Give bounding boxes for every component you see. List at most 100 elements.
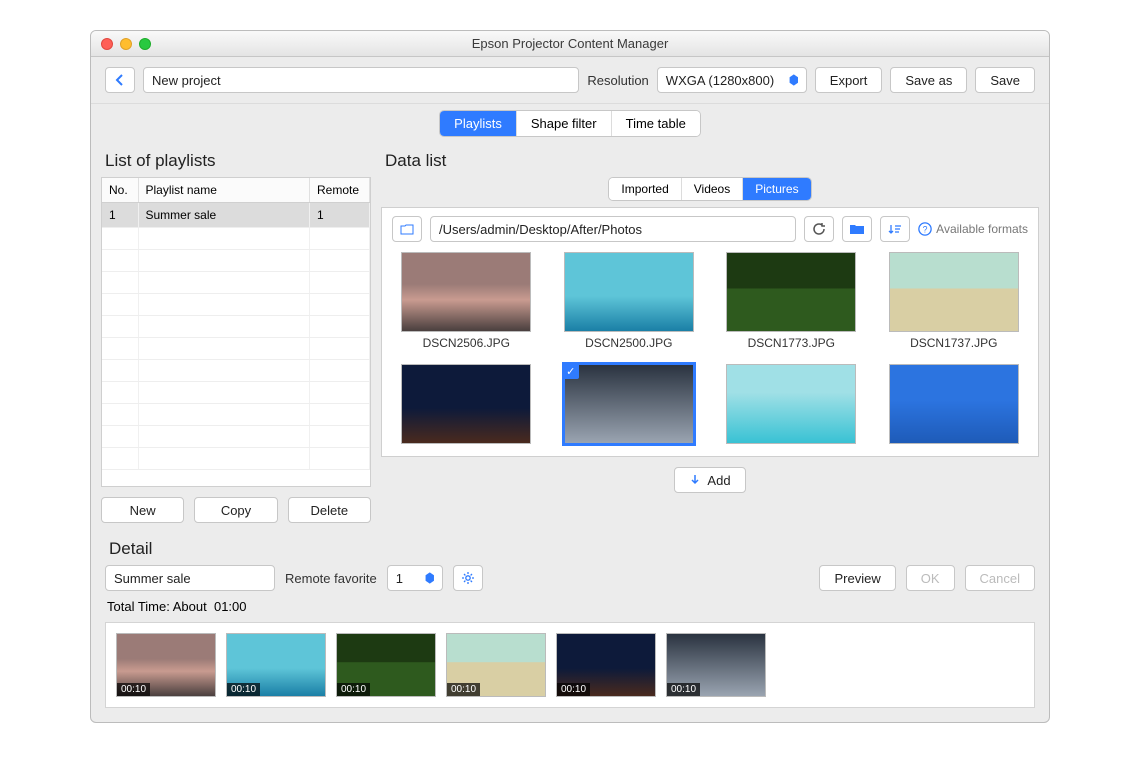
timeline-item[interactable]: 00:10 xyxy=(226,633,326,697)
save-button[interactable]: Save xyxy=(975,67,1035,93)
project-name-input[interactable] xyxy=(143,67,579,93)
thumbnail[interactable]: DSCN2506.JPG xyxy=(392,252,541,350)
tab-videos[interactable]: Videos xyxy=(682,178,743,200)
path-input[interactable] xyxy=(430,216,796,242)
playlists-table: No. Playlist name Remote 1Summer sale1 xyxy=(101,177,371,487)
timeline-item[interactable]: 00:10 xyxy=(666,633,766,697)
thumbnail-image xyxy=(401,364,531,444)
data-list-tabs-row: Imported Videos Pictures xyxy=(381,177,1039,201)
table-row[interactable]: 1Summer sale1 xyxy=(102,203,370,228)
close-icon[interactable] xyxy=(101,38,113,50)
add-button[interactable]: Add xyxy=(674,467,745,493)
table-row[interactable] xyxy=(102,426,370,448)
cell-no: 1 xyxy=(102,203,138,228)
thumbnail[interactable] xyxy=(717,364,866,444)
table-row[interactable] xyxy=(102,272,370,294)
thumbnail-image xyxy=(889,364,1019,444)
total-time: Total Time: About 01:00 xyxy=(107,599,1035,614)
thumbnail[interactable]: DSCN1773.JPG xyxy=(717,252,866,350)
table-row[interactable] xyxy=(102,294,370,316)
tab-pictures[interactable]: Pictures xyxy=(743,178,810,200)
remote-favorite-value: 1 xyxy=(396,571,403,586)
browse-button[interactable] xyxy=(842,216,872,242)
toolbar: Resolution WXGA (1280x800) Export Save a… xyxy=(91,57,1049,104)
thumbnail-name: DSCN1737.JPG xyxy=(910,336,997,350)
timeline-item[interactable]: 00:10 xyxy=(556,633,656,697)
timeline: 00:10 00:10 00:10 00:10 00:10 00:10 xyxy=(105,622,1035,708)
up-folder-button[interactable] xyxy=(392,216,422,242)
thumbnail[interactable]: DSCN2500.JPG xyxy=(555,252,704,350)
tab-playlists[interactable]: Playlists xyxy=(440,111,517,136)
table-row[interactable] xyxy=(102,360,370,382)
col-no: No. xyxy=(102,178,138,203)
save-as-button[interactable]: Save as xyxy=(890,67,967,93)
col-name: Playlist name xyxy=(138,178,310,203)
tab-shape-filter[interactable]: Shape filter xyxy=(517,111,612,136)
ok-button[interactable]: OK xyxy=(906,565,955,591)
timeline-item[interactable]: 00:10 xyxy=(116,633,216,697)
preview-button[interactable]: Preview xyxy=(819,565,895,591)
traffic-lights xyxy=(91,38,151,50)
duration-label: 00:10 xyxy=(117,683,150,696)
col-remote: Remote xyxy=(310,178,370,203)
table-row[interactable] xyxy=(102,338,370,360)
available-formats-link[interactable]: ? Available formats xyxy=(918,222,1028,236)
help-icon: ? xyxy=(918,222,932,236)
data-list-tabs: Imported Videos Pictures xyxy=(608,177,811,201)
duration-label: 00:10 xyxy=(447,683,480,696)
data-list-box: ? Available formats DSCN2506.JPG DSCN2500… xyxy=(381,207,1039,457)
add-label: Add xyxy=(707,473,730,488)
maximize-icon[interactable] xyxy=(139,38,151,50)
data-list-title: Data list xyxy=(385,151,1039,171)
path-bar: ? Available formats xyxy=(392,216,1028,242)
resolution-value: WXGA (1280x800) xyxy=(666,73,774,88)
resolution-label: Resolution xyxy=(587,73,648,88)
resolution-select[interactable]: WXGA (1280x800) xyxy=(657,67,807,93)
thumbnail-name: DSCN2500.JPG xyxy=(585,336,672,350)
refresh-button[interactable] xyxy=(804,216,834,242)
duration-label: 00:10 xyxy=(227,683,260,696)
timeline-item[interactable]: 00:10 xyxy=(336,633,436,697)
delete-button[interactable]: Delete xyxy=(288,497,371,523)
minimize-icon[interactable] xyxy=(120,38,132,50)
back-button[interactable] xyxy=(105,67,135,93)
thumbnail-name: DSCN1773.JPG xyxy=(748,336,835,350)
table-row[interactable] xyxy=(102,250,370,272)
thumbnail[interactable] xyxy=(880,364,1029,444)
cancel-button[interactable]: Cancel xyxy=(965,565,1035,591)
tab-imported[interactable]: Imported xyxy=(609,178,681,200)
table-row[interactable] xyxy=(102,448,370,470)
thumbnails-grid: DSCN2506.JPG DSCN2500.JPG DSCN1773.JPG DSCN… xyxy=(392,252,1028,444)
playlists-panel: List of playlists No. Playlist name Remo… xyxy=(101,149,371,523)
thumbnail[interactable] xyxy=(392,364,541,444)
thumbnail-name: DSCN2506.JPG xyxy=(423,336,510,350)
table-row[interactable] xyxy=(102,228,370,250)
duration-label: 00:10 xyxy=(337,683,370,696)
thumbnail[interactable]: DSCN1737.JPG xyxy=(880,252,1029,350)
thumbnail-image xyxy=(726,364,856,444)
remote-favorite-select[interactable]: 1 xyxy=(387,565,443,591)
detail-name-input[interactable] xyxy=(105,565,275,591)
playlists-title: List of playlists xyxy=(105,151,371,171)
folder-icon xyxy=(849,223,865,235)
table-row[interactable] xyxy=(102,404,370,426)
window-title: Epson Projector Content Manager xyxy=(91,36,1049,51)
table-row[interactable] xyxy=(102,382,370,404)
gear-icon xyxy=(461,571,475,585)
table-row[interactable] xyxy=(102,316,370,338)
copy-button[interactable]: Copy xyxy=(194,497,277,523)
total-time-value: 01:00 xyxy=(214,599,247,614)
tab-time-table[interactable]: Time table xyxy=(612,111,700,136)
duration-label: 00:10 xyxy=(667,683,700,696)
new-button[interactable]: New xyxy=(101,497,184,523)
sort-button[interactable] xyxy=(880,216,910,242)
detail-title: Detail xyxy=(109,539,1035,559)
duration-label: 00:10 xyxy=(557,683,590,696)
thumbnail[interactable] xyxy=(555,364,704,444)
sort-icon xyxy=(888,223,902,235)
settings-button[interactable] xyxy=(453,565,483,591)
remote-favorite-label: Remote favorite xyxy=(285,571,377,586)
export-button[interactable]: Export xyxy=(815,67,883,93)
timeline-item[interactable]: 00:10 xyxy=(446,633,546,697)
thumbnail-image xyxy=(889,252,1019,332)
